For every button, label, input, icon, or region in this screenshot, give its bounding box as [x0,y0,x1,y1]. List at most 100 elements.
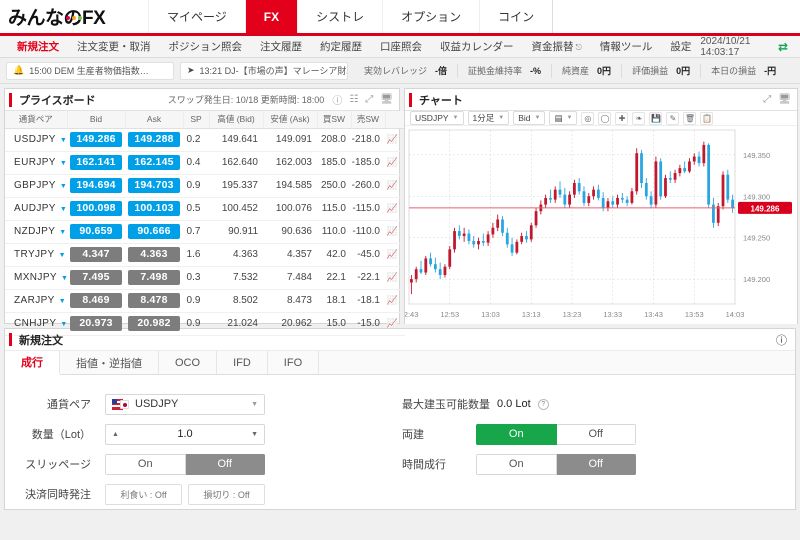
table-row[interactable]: AUDJPY▼100.098100.1030.5100.452100.07611… [5,197,405,220]
stepper-down-icon[interactable]: ▼ [251,431,258,438]
tab-ifd-order[interactable]: IFD [217,351,268,374]
brand-logo[interactable]: みんなのFX [0,0,148,33]
tab-ifo-order[interactable]: IFO [268,351,319,374]
cell-chart-link[interactable]: 📈 [385,243,405,266]
subnav-item-transfer[interactable]: 資金振替⎋ [523,39,591,54]
chart-type-select[interactable]: ▤ ▼ [549,111,577,125]
help-icon[interactable]: ? [538,399,549,410]
chevron-down-icon[interactable]: ▼ [59,229,66,236]
stop-loss-button[interactable]: 損切り : Off [188,484,265,505]
lot-quantity-value[interactable]: 1.0 [119,428,251,440]
chevron-down-icon[interactable]: ▼ [59,298,66,305]
subnav-item-order-change[interactable]: 注文変更・取消 [68,39,160,54]
cell-bid[interactable]: 90.659 [67,220,125,243]
trash-icon[interactable]: 🗑 [683,112,696,125]
table-row[interactable]: ZARJPY▼8.4698.4780.98.5028.47318.1-18.1📈 [5,289,405,312]
move-icon[interactable]: ✚ [615,112,628,125]
nav-item-mypage[interactable]: マイページ [148,0,245,33]
cell-ask[interactable]: 8.478 [125,289,183,312]
subnav-item-info-tool[interactable]: 情報ツール [591,39,662,54]
chart-price-type-select[interactable]: Bid ▼ [513,111,545,125]
cell-ask[interactable]: 194.703 [125,174,183,197]
timed-market-off-option[interactable]: Off [557,454,637,475]
nav-item-fx[interactable]: FX [245,0,297,33]
lot-quantity-stepper[interactable]: ▲ 1.0 ▼ [105,424,265,445]
chevron-down-icon[interactable]: ▼ [60,321,67,328]
cell-ask[interactable]: 162.145 [125,151,183,174]
subnav-item-settings[interactable]: 設定 [661,39,700,54]
stepper-up-icon[interactable]: ▲ [112,431,119,438]
chevron-down-icon[interactable]: ▼ [61,275,68,282]
col-buy-swap[interactable]: 買SW [317,111,351,128]
help-icon[interactable]: ⓘ [332,92,342,107]
table-row[interactable]: GBPJPY▼194.694194.7030.9195.337194.58525… [5,174,405,197]
chart-interval-select[interactable]: 1分足 ▼ [468,111,510,125]
cell-chart-link[interactable]: 📈 [385,151,405,174]
zoom-in-icon[interactable]: ◎ [581,112,594,125]
col-bid[interactable]: Bid [67,111,125,128]
chart-symbol-select[interactable]: USDJPY ▼ [410,111,464,125]
chevron-down-icon[interactable]: ▼ [60,160,67,167]
table-row[interactable]: USDJPY▼149.286149.2880.2149.641149.09120… [5,128,405,151]
table-row[interactable]: EURJPY▼162.141162.1450.4162.640162.00318… [5,151,405,174]
table-row[interactable]: TRYJPY▼4.3474.3631.64.3634.35742.0-45.0📈 [5,243,405,266]
zoom-out-icon[interactable]: ◯ [598,112,611,125]
nav-item-systre[interactable]: シストレ [297,0,382,33]
cell-ask[interactable]: 100.103 [125,197,183,220]
col-sp[interactable]: SP [183,111,209,128]
cell-bid[interactable]: 4.347 [67,243,125,266]
subnav-item-calendar[interactable]: 収益カレンダー [431,39,523,54]
nav-item-option[interactable]: オプション [382,0,479,33]
cell-bid[interactable]: 7.495 [67,266,125,289]
cell-chart-link[interactable]: 📈 [385,289,405,312]
slippage-on-option[interactable]: On [105,454,186,475]
expand-icon[interactable]: ⤢ [763,94,771,105]
cell-ask[interactable]: 149.288 [125,128,183,151]
col-pair[interactable]: 通貨ペア [5,111,67,128]
monitor-icon[interactable]: 🖥 [380,94,393,105]
cell-bid[interactable]: 8.469 [67,289,125,312]
subnav-item-trade-history[interactable]: 約定履歴 [311,39,371,54]
grid-icon[interactable]: ☷ [349,94,358,105]
subnav-item-position[interactable]: ポジション照会 [160,39,252,54]
draw-icon[interactable]: ✎ [666,112,679,125]
table-row[interactable]: NZDJPY▼90.65990.6660.790.91190.636110.0-… [5,220,405,243]
news-ticker-economic[interactable]: 🔔 15:00 DEM 生産者物価指数… [6,62,174,80]
currency-pair-select[interactable]: USDJPY ▼ [105,394,265,415]
col-low[interactable]: 安値 (Ask) [263,111,317,128]
cell-bid[interactable]: 149.286 [67,128,125,151]
cell-bid[interactable]: 194.694 [67,174,125,197]
timed-market-on-option[interactable]: On [476,454,557,475]
cell-chart-link[interactable]: 📈 [385,128,405,151]
hedge-off-option[interactable]: Off [557,424,637,445]
col-sell-swap[interactable]: 売SW [351,111,385,128]
cursor-icon[interactable]: ❧ [632,112,645,125]
news-ticker-market[interactable]: ➤ 13:21 DJ-【市場の声】マレーシア財政… [180,62,348,80]
tab-limit-stop-order[interactable]: 指値・逆指値 [60,351,159,374]
chart-canvas[interactable]: 149.350149.300149.250149.20012:4312:5313… [405,126,797,324]
sync-icon[interactable]: ⇄ [778,40,788,54]
slippage-off-option[interactable]: Off [186,454,266,475]
cell-ask[interactable]: 7.498 [125,266,183,289]
col-ask[interactable]: Ask [125,111,183,128]
cell-ask[interactable]: 4.363 [125,243,183,266]
chevron-down-icon[interactable]: ▼ [59,252,66,259]
expand-icon[interactable]: ⤢ [365,94,373,105]
nav-item-coin[interactable]: コイン [479,0,552,33]
subnav-item-account[interactable]: 口座照会 [371,39,431,54]
cell-chart-link[interactable]: 📈 [385,174,405,197]
cell-chart-link[interactable]: 📈 [385,266,405,289]
cell-chart-link[interactable]: 📈 [385,220,405,243]
cell-chart-link[interactable]: 📈 [385,197,405,220]
col-high[interactable]: 高値 (Bid) [209,111,263,128]
chevron-down-icon[interactable]: ▼ [60,206,67,213]
cell-bid[interactable]: 100.098 [67,197,125,220]
tab-oco-order[interactable]: OCO [159,351,217,374]
tab-market-order[interactable]: 成行 [5,351,60,375]
save-icon[interactable]: 💾 [649,112,662,125]
cell-bid[interactable]: 162.141 [67,151,125,174]
table-row[interactable]: MXNJPY▼7.4957.4980.37.5327.48422.1-22.1📈 [5,266,405,289]
subnav-item-new-order[interactable]: 新規注文 [8,39,68,54]
chevron-down-icon[interactable]: ▼ [60,137,67,144]
take-profit-button[interactable]: 利食い : Off [105,484,182,505]
